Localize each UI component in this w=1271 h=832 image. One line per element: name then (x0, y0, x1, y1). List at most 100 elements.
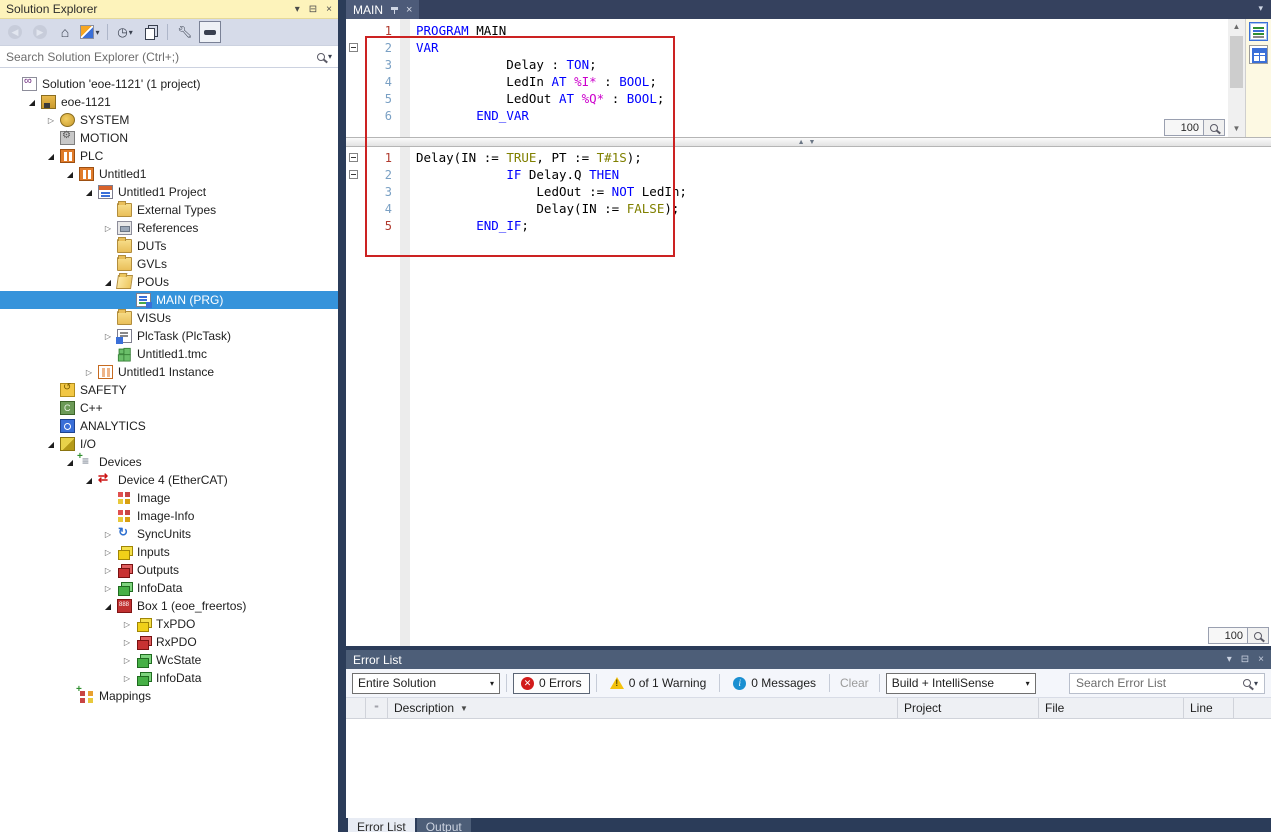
editor-splitter[interactable]: ▲▼ (346, 137, 1271, 147)
tree-item-pous[interactable]: ◢POUs (0, 273, 338, 291)
code-line[interactable]: 5 END_IF; (346, 217, 1271, 234)
expand-arrow-icon[interactable]: ▷ (99, 566, 117, 575)
code-line[interactable]: 2 IF Delay.Q THEN (346, 166, 1271, 183)
tree-item-infodata[interactable]: ▷InfoData (0, 669, 338, 687)
chevron-down-icon[interactable]: ▾ (1227, 654, 1232, 665)
expand-arrow-icon[interactable]: ▷ (99, 332, 117, 341)
warnings-filter-button[interactable]: 0 of 1 Warning (603, 673, 714, 694)
collapse-arrow-icon[interactable]: ◢ (23, 98, 41, 107)
tree-item-references[interactable]: ▷References (0, 219, 338, 237)
pin-icon[interactable]: ⊟ (309, 4, 317, 15)
home-button[interactable]: ⌂ (54, 21, 76, 43)
zoom-magnifier-button[interactable] (1248, 627, 1269, 644)
fold-marker-icon[interactable] (346, 153, 360, 162)
forward-button[interactable]: ▶ (29, 21, 51, 43)
errors-filter-button[interactable]: ✕ 0 Errors (513, 673, 590, 694)
line-column-header[interactable]: Line (1184, 698, 1234, 718)
tree-item-motion[interactable]: MOTION (0, 129, 338, 147)
tree-item-solution-eoe-1121-1-project[interactable]: Solution 'eoe-1121' (1 project) (0, 75, 338, 93)
collapse-arrow-icon[interactable]: ◢ (61, 170, 79, 179)
project-column-header[interactable]: Project (898, 698, 1039, 718)
code-line[interactable]: 4 Delay(IN := FALSE); (346, 200, 1271, 217)
tree-item-inputs[interactable]: ▷Inputs (0, 543, 338, 561)
tree-item-wcstate[interactable]: ▷WcState (0, 651, 338, 669)
search-error-list-input[interactable] (1070, 676, 1237, 690)
search-icon[interactable] (1243, 679, 1251, 687)
zoom-level-field[interactable]: 100 (1208, 627, 1248, 644)
tree-item-mappings[interactable]: Mappings (0, 687, 338, 705)
expand-arrow-icon[interactable]: ▷ (42, 116, 60, 125)
tree-item-analytics[interactable]: ANALYTICS (0, 417, 338, 435)
scope-dropdown[interactable]: Entire Solution ▾ (352, 673, 500, 694)
collapse-arrow-icon[interactable]: ◢ (80, 476, 98, 485)
code-line[interactable]: 2VAR (346, 39, 1271, 56)
expand-arrow-icon[interactable]: ▷ (99, 530, 117, 539)
splitter-arrows-icon[interactable]: ▲▼ (798, 139, 820, 146)
search-input[interactable] (0, 46, 311, 67)
chevron-down-icon[interactable]: ▾ (295, 4, 300, 15)
tree-item-infodata[interactable]: ▷InfoData (0, 579, 338, 597)
vertical-scrollbar[interactable]: ▲ ▼ (1228, 19, 1245, 137)
expand-arrow-icon[interactable]: ▷ (118, 620, 136, 629)
expand-arrow-icon[interactable]: ▷ (118, 656, 136, 665)
text-view-icon[interactable] (1249, 22, 1268, 41)
tab-output[interactable]: Output (417, 818, 471, 832)
code-line[interactable]: 1PROGRAM MAIN (346, 22, 1271, 39)
collapse-all-button[interactable] (139, 21, 161, 43)
scroll-up-icon[interactable]: ▲ (1228, 19, 1245, 34)
tree-item-device-4-ethercat[interactable]: ◢Device 4 (EtherCAT) (0, 471, 338, 489)
build-filter-dropdown[interactable]: Build + IntelliSense ▾ (886, 673, 1036, 694)
error-list-title-bar[interactable]: Error List ▾ ⊟ × (346, 650, 1271, 669)
tab-error-list[interactable]: Error List (348, 818, 415, 832)
tree-item-plc[interactable]: ◢PLC (0, 147, 338, 165)
tree-item-safety[interactable]: SAFETY (0, 381, 338, 399)
tree-item-system[interactable]: ▷SYSTEM (0, 111, 338, 129)
implementation-editor[interactable]: 1Delay(IN := TRUE, PT := T#1S);2 IF Dela… (346, 147, 1271, 646)
collapse-arrow-icon[interactable]: ◢ (99, 602, 117, 611)
declaration-editor[interactable]: 1PROGRAM MAIN2VAR3 Delay : TON;4 LedIn A… (346, 19, 1271, 137)
expand-arrow-icon[interactable]: ▷ (99, 584, 117, 593)
tree-item-box-1-eoe-freertos[interactable]: ◢Box 1 (eoe_freertos) (0, 597, 338, 615)
tree-item-duts[interactable]: DUTs (0, 237, 338, 255)
tree-item-main-prg[interactable]: MAIN (PRG) (0, 291, 338, 309)
tree-item-image[interactable]: Image (0, 489, 338, 507)
tree-item-syncunits[interactable]: ▷SyncUnits (0, 525, 338, 543)
scrollbar-thumb[interactable] (1230, 36, 1243, 88)
tree-item-txpdo[interactable]: ▷TxPDO (0, 615, 338, 633)
code-line[interactable]: 1Delay(IN := TRUE, PT := T#1S); (346, 149, 1271, 166)
close-icon[interactable]: × (406, 4, 412, 16)
grid-view-icon[interactable] (1249, 45, 1268, 64)
tree-item-untitled1-instance[interactable]: ▷Untitled1 Instance (0, 363, 338, 381)
tree-item-c[interactable]: C++ (0, 399, 338, 417)
collapse-arrow-icon[interactable]: ◢ (42, 440, 60, 449)
code-line[interactable]: 3 LedOut := NOT LedIn; (346, 183, 1271, 200)
clear-button[interactable]: Clear (836, 676, 873, 690)
tree-item-outputs[interactable]: ▷Outputs (0, 561, 338, 579)
tab-main[interactable]: MAIN × (346, 0, 419, 19)
code-line[interactable]: 6 END_VAR (346, 107, 1271, 124)
messages-filter-button[interactable]: i 0 Messages (726, 673, 823, 694)
tree-item-i-o[interactable]: ◢I/O (0, 435, 338, 453)
tree-item-devices[interactable]: ◢Devices (0, 453, 338, 471)
tree-item-plctask-plctask[interactable]: ▷PlcTask (PlcTask) (0, 327, 338, 345)
collapse-arrow-icon[interactable]: ◢ (42, 152, 60, 161)
fold-marker-icon[interactable] (346, 170, 360, 179)
tree-item-visus[interactable]: VISUs (0, 309, 338, 327)
search-icon[interactable] (317, 53, 325, 61)
code-line[interactable]: 5 LedOut AT %Q* : BOOL; (346, 90, 1271, 107)
fold-marker-icon[interactable] (346, 43, 360, 52)
code-line[interactable]: 3 Delay : TON; (346, 56, 1271, 73)
zoom-magnifier-button[interactable] (1204, 119, 1225, 136)
expand-arrow-icon[interactable]: ▷ (99, 224, 117, 233)
description-column-header[interactable]: Description ▼ (388, 698, 898, 718)
file-column-header[interactable]: File (1039, 698, 1184, 718)
tree-item-untitled1-project[interactable]: ◢Untitled1 Project (0, 183, 338, 201)
sync-with-active-document-button[interactable]: ▾ (79, 21, 101, 43)
tree-item-image-info[interactable]: Image-Info (0, 507, 338, 525)
tree-item-untitled1[interactable]: ◢Untitled1 (0, 165, 338, 183)
solution-explorer-title-bar[interactable]: Solution Explorer ▾ ⊟ × (0, 0, 338, 19)
collapse-arrow-icon[interactable]: ◢ (99, 278, 117, 287)
preview-selected-items-toggle[interactable] (199, 21, 221, 43)
tree-item-external-types[interactable]: External Types (0, 201, 338, 219)
expand-arrow-icon[interactable]: ▷ (118, 638, 136, 647)
